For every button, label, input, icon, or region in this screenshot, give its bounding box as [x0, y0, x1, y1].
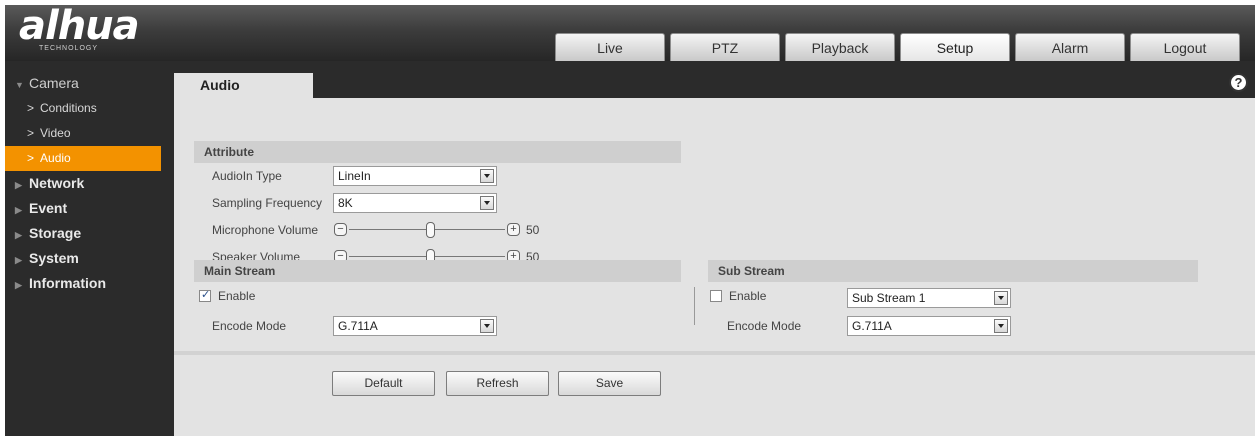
sampling-frequency-label: Sampling Frequency: [212, 196, 323, 210]
sidebar-category-label: Network: [29, 175, 85, 191]
sub-stream-enable-label: Enable: [729, 289, 767, 303]
main-stream-enable-label: Enable: [218, 289, 256, 303]
page-titlebar: Audio ?: [174, 71, 1255, 98]
expand-right-icon: ▶: [15, 255, 22, 265]
sub-stream-encode-select[interactable]: G.711A: [847, 316, 1011, 336]
nav-tab-playback[interactable]: Playback: [785, 33, 895, 61]
select-value: G.711A: [338, 319, 378, 333]
sidebar-category-network[interactable]: ▶ Network: [5, 171, 172, 196]
chevron-right-icon: >: [27, 101, 35, 115]
dropdown-arrow-icon: [480, 169, 494, 183]
main-stream-enable-checkbox[interactable]: [199, 288, 211, 302]
nav-tab-ptz[interactable]: PTZ: [670, 33, 780, 61]
nav-tab-alarm[interactable]: Alarm: [1015, 33, 1125, 61]
nav-tab-live[interactable]: Live: [555, 33, 665, 61]
select-value: 8K: [338, 196, 353, 210]
sub-stream-header: Sub Stream: [708, 260, 1198, 282]
sub-stream-encode-label: Encode Mode: [727, 319, 802, 333]
expand-down-icon: ▼: [15, 80, 24, 90]
expand-right-icon: ▶: [15, 205, 22, 215]
expand-right-icon: ▶: [15, 180, 22, 190]
sidebar-item-conditions[interactable]: > Conditions: [5, 96, 172, 121]
dropdown-arrow-icon: [994, 291, 1008, 305]
sampling-frequency-select[interactable]: 8K: [333, 193, 497, 213]
sidebar-category-storage[interactable]: ▶ Storage: [5, 221, 172, 246]
slider-thumb[interactable]: [426, 222, 435, 238]
audioin-type-select[interactable]: LineIn: [333, 166, 497, 186]
logo-text: alhua: [19, 3, 140, 49]
sidebar-category-information[interactable]: ▶ Information: [5, 271, 172, 296]
sub-stream-enable-checkbox[interactable]: [710, 290, 722, 302]
chevron-right-icon: >: [27, 151, 35, 165]
sidebar-category-event[interactable]: ▶ Event: [5, 196, 172, 221]
select-value: G.711A: [852, 319, 892, 333]
chevron-right-icon: >: [27, 126, 35, 140]
stream-divider: [694, 287, 695, 325]
nav-tab-logout[interactable]: Logout: [1130, 33, 1240, 61]
sidebar: ▼ Camera > Conditions > Video > Audio ▶ Netwo…: [5, 71, 172, 296]
sidebar-item-video[interactable]: > Video: [5, 121, 172, 146]
content-panel: Audio ? Attribute AudioIn Type LineIn Sa…: [174, 71, 1255, 436]
slider-value: 50: [526, 223, 540, 237]
sidebar-item-label: Video: [40, 126, 71, 140]
sub-stream-select[interactable]: Sub Stream 1: [847, 288, 1011, 308]
dropdown-arrow-icon: [480, 319, 494, 333]
sidebar-item-label: Conditions: [40, 101, 97, 115]
main-stream-encode-select[interactable]: G.711A: [333, 316, 497, 336]
sidebar-category-label: Information: [29, 275, 106, 291]
select-value: Sub Stream 1: [852, 291, 926, 305]
sidebar-category-label: Camera: [29, 75, 79, 91]
dropdown-arrow-icon: [994, 319, 1008, 333]
sidebar-item-label: Audio: [40, 151, 71, 165]
sidebar-category-camera[interactable]: ▼ Camera: [5, 71, 172, 96]
default-button[interactable]: Default: [332, 371, 435, 396]
section-separator: [174, 351, 1255, 355]
audioin-type-label: AudioIn Type: [212, 169, 282, 183]
select-value: LineIn: [338, 169, 371, 183]
sidebar-category-label: Storage: [29, 225, 82, 241]
sidebar-item-audio[interactable]: > Audio: [5, 146, 161, 171]
sidebar-category-label: System: [29, 250, 79, 266]
expand-right-icon: ▶: [15, 280, 22, 290]
refresh-button[interactable]: Refresh: [446, 371, 549, 396]
microphone-volume-label: Microphone Volume: [212, 223, 319, 237]
main-stream-header: Main Stream: [194, 260, 681, 282]
app-window: alhua TECHNOLOGY Live PTZ Playback Setup…: [5, 3, 1255, 436]
help-icon[interactable]: ?: [1229, 73, 1248, 92]
sidebar-category-system[interactable]: ▶ System: [5, 246, 172, 271]
sidebar-category-label: Event: [29, 200, 68, 216]
expand-right-icon: ▶: [15, 230, 22, 240]
attribute-section-header: Attribute: [194, 141, 681, 163]
increase-icon[interactable]: +: [507, 223, 520, 236]
brand-logo: alhua TECHNOLOGY: [19, 3, 169, 59]
save-button[interactable]: Save: [558, 371, 661, 396]
dropdown-arrow-icon: [480, 196, 494, 210]
decrease-icon[interactable]: −: [334, 223, 347, 236]
microphone-volume-slider[interactable]: − + 50: [334, 220, 554, 240]
top-header: alhua TECHNOLOGY Live PTZ Playback Setup…: [5, 3, 1255, 61]
page-title: Audio: [174, 73, 313, 98]
main-stream-encode-label: Encode Mode: [212, 319, 287, 333]
logo-subtext: TECHNOLOGY: [39, 45, 99, 52]
nav-tab-setup[interactable]: Setup: [900, 33, 1010, 61]
